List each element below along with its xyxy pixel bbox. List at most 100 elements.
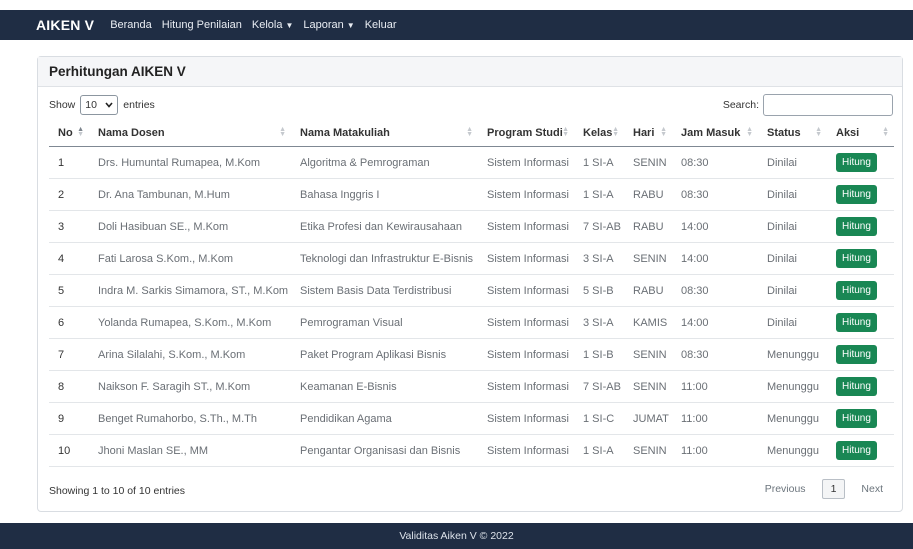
cell-hari: RABU xyxy=(624,178,672,211)
cell-hari: RABU xyxy=(624,274,672,307)
column-header-jam-masuk[interactable]: Jam Masuk ▲ ▼ xyxy=(672,119,758,147)
cell-nama-dosen: Yolanda Rumapea, S.Kom., M.Kom xyxy=(89,306,291,339)
cell-kelas: 7 SI-AB xyxy=(574,210,624,243)
cell-no: 4 xyxy=(49,242,89,275)
hitung-button[interactable]: Hitung xyxy=(836,185,877,204)
cell-nama-matakuliah: Pendidikan Agama xyxy=(291,402,478,435)
cell-status: Menunggu xyxy=(758,370,827,403)
show-label: Show xyxy=(49,99,76,111)
cell-aksi: Hitung xyxy=(827,146,894,179)
column-header-no[interactable]: No ▲ ▼ xyxy=(49,119,89,147)
cell-no: 10 xyxy=(49,434,89,467)
hitung-button[interactable]: Hitung xyxy=(836,281,877,300)
cell-jam-masuk: 14:00 xyxy=(672,210,758,243)
cell-status: Dinilai xyxy=(758,210,827,243)
hitung-button[interactable]: Hitung xyxy=(836,153,877,172)
cell-no: 7 xyxy=(49,338,89,371)
table-info: Showing 1 to 10 of 10 entries xyxy=(49,485,186,497)
table-row: 1 Drs. Humuntal Rumapea, M.Kom Algoritma &… xyxy=(49,146,894,179)
hitung-button[interactable]: Hitung xyxy=(836,345,877,364)
table-header-row: No ▲ ▼ Nama Dosen ▲ ▼ Nama Matakuliah ▲ ▼ Prog… xyxy=(49,119,894,147)
column-header-nama-dosen[interactable]: Nama Dosen ▲ ▼ xyxy=(89,119,291,147)
cell-program-studi: Sistem Informasi xyxy=(478,210,574,243)
table-row: 9 Benget Rumahorbo, S.Th., M.Th Pendidikan… xyxy=(49,402,894,435)
cell-program-studi: Sistem Informasi xyxy=(478,274,574,307)
entries-length-select[interactable]: 10 xyxy=(80,95,119,115)
hitung-button[interactable]: Hitung xyxy=(836,409,877,428)
sort-icon: ▲ ▼ xyxy=(660,126,667,138)
cell-status: Menunggu xyxy=(758,338,827,371)
hitung-button[interactable]: Hitung xyxy=(836,249,877,268)
nav-beranda[interactable]: Beranda xyxy=(110,19,152,31)
cell-program-studi: Sistem Informasi xyxy=(478,370,574,403)
column-header-aksi[interactable]: Aksi ▲ ▼ xyxy=(827,119,894,147)
hitung-button[interactable]: Hitung xyxy=(836,217,877,236)
column-header-nama-matakuliah[interactable]: Nama Matakuliah ▲ ▼ xyxy=(291,119,478,147)
cell-hari: SENIN xyxy=(624,434,672,467)
search-label: Search: xyxy=(722,99,759,111)
cell-program-studi: Sistem Informasi xyxy=(478,434,574,467)
pagination-previous[interactable]: Previous xyxy=(757,479,814,499)
cell-jam-masuk: 08:30 xyxy=(672,178,758,211)
cell-no: 6 xyxy=(49,306,89,339)
entries-length-value: 10 xyxy=(85,99,97,111)
cell-no: 5 xyxy=(49,274,89,307)
nav-hitung-penilaian[interactable]: Hitung Penilaian xyxy=(162,19,242,31)
sort-icon: ▲ ▼ xyxy=(279,126,286,138)
navbar: AIKEN V Beranda Hitung Penilaian Kelola ▼… xyxy=(0,10,913,40)
column-header-status[interactable]: Status ▲ ▼ xyxy=(758,119,827,147)
perhitungan-card: Perhitungan AIKEN V Show 10 entries Sear… xyxy=(37,56,903,512)
cell-nama-dosen: Doli Hasibuan SE., M.Kom xyxy=(89,210,291,243)
cell-nama-dosen: Drs. Humuntal Rumapea, M.Kom xyxy=(89,146,291,179)
cell-program-studi: Sistem Informasi xyxy=(478,146,574,179)
hitung-button[interactable]: Hitung xyxy=(836,377,877,396)
cell-no: 2 xyxy=(49,178,89,211)
cell-kelas: 1 SI-C xyxy=(574,402,624,435)
table-row: 5 Indra M. Sarkis Simamora, ST., M.Kom Sis… xyxy=(49,274,894,307)
sort-icon: ▲ ▼ xyxy=(562,126,569,138)
cell-nama-matakuliah: Keamanan E-Bisnis xyxy=(291,370,478,403)
footer: Validitas Aiken V © 2022 xyxy=(0,523,913,549)
sort-icon: ▲ ▼ xyxy=(882,126,889,138)
nav-laporan-dropdown[interactable]: Laporan ▼ xyxy=(303,19,354,31)
table-body: 1 Drs. Humuntal Rumapea, M.Kom Algoritma &… xyxy=(49,146,894,467)
cell-status: Dinilai xyxy=(758,306,827,339)
column-header-program-studi[interactable]: Program Studi ▲ ▼ xyxy=(478,119,574,147)
cell-status: Dinilai xyxy=(758,242,827,275)
cell-nama-dosen: Jhoni Maslan SE., MM xyxy=(89,434,291,467)
cell-jam-masuk: 14:00 xyxy=(672,306,758,339)
cell-nama-dosen: Arina Silalahi, S.Kom., M.Kom xyxy=(89,338,291,371)
table-controls: Show 10 entries Search: xyxy=(49,93,893,117)
cell-hari: SENIN xyxy=(624,242,672,275)
hitung-button[interactable]: Hitung xyxy=(836,313,877,332)
cell-aksi: Hitung xyxy=(827,306,894,339)
brand-logo[interactable]: AIKEN V xyxy=(36,17,94,33)
search-input[interactable] xyxy=(763,94,893,116)
column-header-hari[interactable]: Hari ▲ ▼ xyxy=(624,119,672,147)
chevron-down-icon xyxy=(105,99,113,111)
pagination-page-1[interactable]: 1 xyxy=(821,479,846,499)
cell-jam-masuk: 08:30 xyxy=(672,338,758,371)
cell-program-studi: Sistem Informasi xyxy=(478,178,574,211)
cell-aksi: Hitung xyxy=(827,242,894,275)
card-title: Perhitungan AIKEN V xyxy=(38,57,902,87)
cell-aksi: Hitung xyxy=(827,178,894,211)
cell-aksi: Hitung xyxy=(827,210,894,243)
nav-kelola-dropdown[interactable]: Kelola ▼ xyxy=(252,19,294,31)
footer-text: Validitas Aiken V © 2022 xyxy=(399,530,514,542)
table-row: 4 Fati Larosa S.Kom., M.Kom Teknologi dan … xyxy=(49,242,894,275)
cell-hari: SENIN xyxy=(624,338,672,371)
cell-nama-dosen: Benget Rumahorbo, S.Th., M.Th xyxy=(89,402,291,435)
pagination-next[interactable]: Next xyxy=(853,479,891,499)
cell-nama-matakuliah: Paket Program Aplikasi Bisnis xyxy=(291,338,478,371)
table-row: 6 Yolanda Rumapea, S.Kom., M.Kom Pemrogram… xyxy=(49,306,894,339)
column-header-kelas[interactable]: Kelas ▲ ▼ xyxy=(574,119,624,147)
cell-aksi: Hitung xyxy=(827,370,894,403)
sort-icon: ▲ ▼ xyxy=(746,126,753,138)
hitung-button[interactable]: Hitung xyxy=(836,441,877,460)
cell-jam-masuk: 11:00 xyxy=(672,434,758,467)
cell-no: 3 xyxy=(49,210,89,243)
cell-aksi: Hitung xyxy=(827,338,894,371)
cell-no: 9 xyxy=(49,402,89,435)
nav-keluar[interactable]: Keluar xyxy=(365,19,397,31)
